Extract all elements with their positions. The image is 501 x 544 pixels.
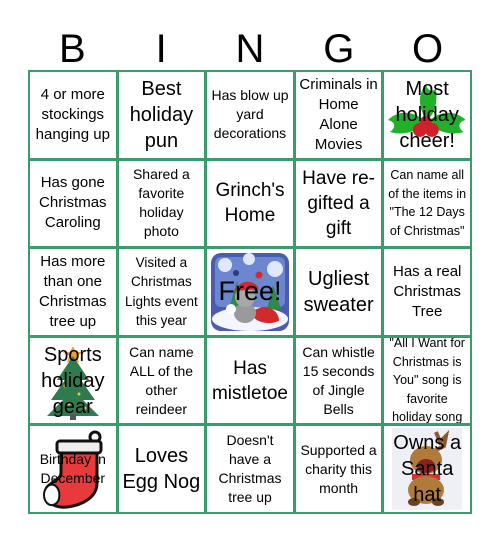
bingo-cell[interactable]: "All I Want for Christmas is You" song i… [384, 337, 470, 424]
cell-text: "All I Want for Christmas is You" song i… [389, 337, 465, 424]
bingo-cell[interactable]: Grinch's Home [207, 160, 293, 247]
cell-text: Sports holiday gear [41, 343, 105, 418]
cell-text: Supported a charity this month [300, 441, 377, 496]
header-letter-n: N [235, 27, 265, 71]
header-letter-i: I [155, 27, 167, 71]
bingo-cell[interactable]: Most holiday cheer! [384, 72, 470, 158]
cell-text: Can whistle 15 seconds of Jingle Bells [302, 343, 375, 417]
cell-text: Shared a favorite holiday photo [132, 166, 190, 240]
bingo-cell[interactable]: Can name all of the items in "The 12 Day… [384, 160, 470, 247]
free-space-cell[interactable]: Free! [207, 249, 293, 335]
bingo-cell[interactable]: Has blow up yard decorations [207, 72, 293, 158]
cell-text: Can name ALL of the other reindeer [129, 343, 194, 417]
bingo-cell[interactable]: Can name ALL of the other reindeer [118, 337, 205, 424]
bingo-cell[interactable]: Shared a favorite holiday photo [118, 160, 205, 247]
bingo-card-grid: 4 or more stockings hanging up Best holi… [28, 70, 472, 514]
cell-text: Can name all of the items in "The 12 Day… [388, 168, 467, 238]
bingo-cell[interactable]: Visited a Christmas Lights event this ye… [118, 249, 205, 335]
bingo-header: B I N G O [28, 28, 472, 70]
bingo-cell[interactable]: Ugliest sweater [295, 249, 382, 335]
bingo-cell[interactable]: Has mistletoe [207, 337, 293, 424]
cell-text: Ugliest sweater [303, 267, 374, 316]
header-letter-g: G [323, 27, 355, 71]
header-letter-o: O [412, 27, 444, 71]
bingo-cell[interactable]: Can whistle 15 seconds of Jingle Bells [295, 337, 382, 424]
bingo-cell[interactable]: Has more than one Christmas tree up [30, 249, 116, 335]
bingo-cell[interactable]: Have re-gifted a gift [295, 160, 382, 247]
cell-text: Has gone Christmas Caroling [39, 174, 107, 232]
cell-text: Has a real Christmas Tree [393, 262, 462, 320]
bingo-cell[interactable]: Criminals in Home Alone Movies [295, 72, 382, 158]
header-letter-b: B [59, 27, 86, 71]
cell-text: Has blow up yard decorations [211, 87, 289, 142]
cell-text: Has mistletoe [211, 357, 288, 404]
cell-text: Visited a Christmas Lights event this ye… [124, 254, 198, 329]
cell-text: Grinch's Home [215, 180, 285, 227]
cell-text: Doesn't have a Christmas tree up [218, 432, 282, 506]
bingo-cell[interactable]: 4 or more stockings hanging up [30, 72, 116, 158]
cell-text: Most holiday cheer! [395, 77, 459, 152]
free-space-label: Free! [218, 276, 282, 307]
bingo-cell[interactable]: Has gone Christmas Caroling [30, 160, 116, 247]
cell-text: 4 or more stockings hanging up [35, 85, 110, 143]
cell-text: Loves Egg Nog [122, 445, 201, 494]
cell-text: Birthday in December [39, 451, 106, 487]
bingo-cell[interactable]: Doesn't have a Christmas tree up [207, 426, 293, 512]
bingo-cell[interactable]: Loves Egg Nog [118, 426, 205, 512]
bingo-cell[interactable]: Birthday in December [30, 426, 116, 512]
bingo-cell[interactable]: Best holiday pun [118, 72, 205, 158]
bingo-cell[interactable]: Owns a Santa hat [384, 426, 470, 512]
cell-text: Owns a Santa hat [393, 432, 462, 507]
bingo-cell[interactable]: Supported a charity this month [295, 426, 382, 512]
bingo-cell[interactable]: Sports holiday gear [30, 337, 116, 424]
cell-text: Has more than one Christmas tree up [39, 252, 107, 330]
bingo-cell[interactable]: Has a real Christmas Tree [384, 249, 470, 335]
cell-text: Best holiday pun [129, 77, 194, 152]
cell-text: Criminals in Home Alone Movies [299, 75, 378, 153]
cell-text: Have re-gifted a gift [302, 167, 376, 239]
